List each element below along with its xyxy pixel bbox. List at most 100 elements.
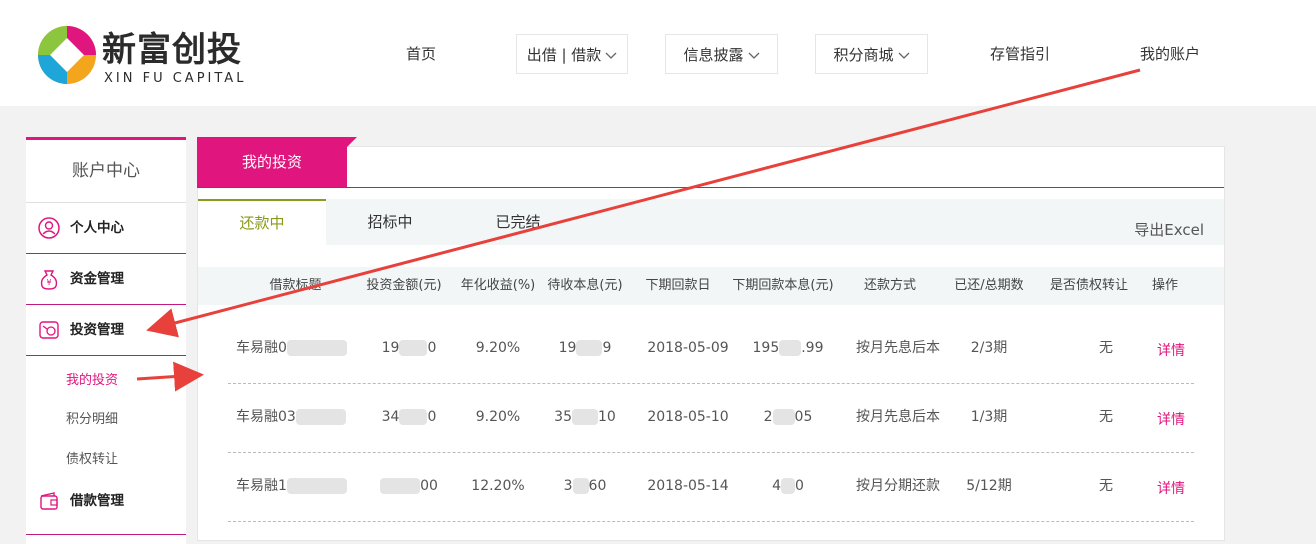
cell-pending-head: 19 (558, 340, 577, 356)
logo-text-en: XIN FU CAPITAL (104, 71, 247, 86)
nav-disclosure-label: 信息披露 (683, 46, 744, 64)
sidebar-divider (26, 534, 186, 535)
redacted-blur (399, 409, 428, 425)
column-header: 还款方式 (863, 278, 916, 293)
nav-lend-borrow-label: 出借 | 借款 (526, 46, 602, 64)
cell-amount-tail: 0 (427, 340, 437, 356)
cell-title-text: 车易融0 (236, 340, 287, 356)
table-row: 车易融03 34 0 9.20% 35 10 2018-05-10 2 05 按月先息… (228, 383, 1194, 453)
sidebar-item-label: 投资管理 (70, 322, 124, 338)
chevron-down-icon (605, 52, 617, 59)
nav-lend-borrow[interactable]: 出借 | 借款 (516, 34, 628, 74)
column-header: 是否债权转让 (1049, 278, 1128, 293)
svg-text:¥: ¥ (46, 278, 51, 287)
redacted-blur (779, 340, 802, 356)
top-header: 新富创投 XIN FU CAPITAL 首页 出借 | 借款 信息披露 积分商城… (0, 0, 1316, 106)
cell-next: 195.99 (733, 314, 843, 383)
subtab-bar: 还款中 招标中 已完结 (198, 199, 1224, 245)
tab-notch (347, 137, 357, 147)
cell-title: 车易融03 (236, 383, 366, 452)
nav-home[interactable]: 首页 (388, 34, 454, 74)
detail-link[interactable]: 详情 (1149, 314, 1193, 389)
cell-rate: 9.20% (475, 340, 521, 356)
subtab-bidding[interactable]: 招标中 (326, 199, 454, 245)
cell-periods: 5/12期 (966, 478, 1012, 494)
column-header: 年化收益(%) (460, 278, 536, 293)
cell-title: 车易融0 (236, 314, 366, 383)
redacted-blur (576, 340, 603, 356)
cell-title-text: 车易融03 (236, 409, 296, 425)
cell-pending-tail: 9 (602, 340, 612, 356)
main-divider (198, 187, 1224, 188)
nav-my-account[interactable]: 我的账户 (1128, 34, 1212, 74)
sidebar-item-funds[interactable]: ¥ 资金管理 (26, 254, 186, 305)
cell-next: 40 (733, 452, 843, 521)
sidebar-sub-debt-transfer[interactable]: 债权转让 (66, 448, 118, 467)
table-header: 借款标题 投资金额(元) 年化收益(%) 待收本息(元) 下期回款日 下期回款本… (198, 267, 1224, 305)
logo-text-cn: 新富创投 (102, 30, 242, 70)
person-icon (38, 217, 60, 239)
cell-pending-tail: 60 (588, 478, 607, 494)
tab-my-investment[interactable]: 我的投资 (197, 137, 347, 188)
cell-next-tail: .99 (801, 340, 824, 356)
cell-pending-head: 35 (554, 409, 572, 425)
sidebar-item-personal-center[interactable]: 个人中心 (26, 203, 186, 254)
money-bag-icon: ¥ (40, 270, 58, 290)
cell-periods: 2/3期 (970, 340, 1008, 356)
cell-next-head: 2 (763, 409, 773, 425)
cell-method: 按月分期还款 (856, 478, 940, 494)
cell-transfer: 无 (1099, 478, 1113, 494)
cell-amount: 34 0 (363, 383, 455, 452)
sidebar-item-label: 资金管理 (70, 271, 124, 287)
main-panel: 我的投资 还款中 招标中 已完结 导出Excel 借款标题 投资金额(元) 年化… (197, 137, 1225, 541)
redacted-blur (772, 409, 795, 425)
cell-transfer: 无 (1099, 340, 1113, 356)
column-header: 待收本息(元) (547, 278, 623, 293)
cell-rate: 12.20% (471, 478, 525, 494)
column-header: 下期回款本息(元) (732, 278, 834, 293)
cell-title: 车易融1 (236, 452, 366, 521)
cell-date: 2018-05-10 (647, 409, 729, 425)
nav-custody-guide-label: 存管指引 (989, 45, 1050, 63)
detail-link[interactable]: 详情 (1149, 452, 1193, 527)
nav-points-mall[interactable]: 积分商城 (815, 34, 928, 74)
chevron-down-icon (898, 52, 909, 59)
cell-pending: 19 9 (540, 314, 630, 383)
cell-next: 2 05 (733, 383, 843, 452)
nav-disclosure[interactable]: 信息披露 (665, 34, 778, 74)
column-header: 已还/总期数 (954, 278, 1024, 293)
cell-pending: 3 60 (540, 452, 630, 521)
cell-amount-head: 34 (381, 409, 400, 425)
logo-mark-icon (38, 26, 96, 84)
redacted-blur (295, 409, 346, 425)
detail-link[interactable]: 详情 (1149, 383, 1193, 458)
cell-next-head: 195 (752, 340, 780, 356)
subtab-repaying[interactable]: 还款中 (198, 199, 326, 245)
logo[interactable]: 新富创投 XIN FU CAPITAL (36, 24, 246, 88)
sidebar-item-investment[interactable]: 投资管理 (26, 305, 186, 356)
nav-my-account-label: 我的账户 (1139, 45, 1200, 63)
redacted-blur (399, 340, 428, 356)
nav-custody-guide[interactable]: 存管指引 (978, 34, 1062, 74)
cell-date: 2018-05-14 (647, 478, 729, 494)
column-header: 操作 (1151, 278, 1178, 293)
cell-amount-head: 19 (381, 340, 400, 356)
sidebar-item-loans[interactable]: 借款管理 (26, 476, 186, 526)
redacted-blur (572, 478, 589, 494)
cell-amount-tail: 00 (420, 478, 438, 494)
redacted-blur (286, 478, 347, 494)
chevron-down-icon (748, 52, 759, 59)
nav-points-mall-label: 积分商城 (833, 46, 894, 64)
cell-method: 按月先息后本 (856, 409, 940, 425)
redacted-blur (781, 478, 795, 494)
sidebar-sub-my-investment[interactable]: 我的投资 (66, 369, 118, 388)
cell-pending: 35 10 (540, 383, 630, 452)
cell-method: 按月先息后本 (856, 340, 940, 356)
cell-amount: 19 0 (363, 314, 455, 383)
cell-transfer: 无 (1099, 409, 1113, 425)
sidebar: 账户中心 个人中心 ¥ 资金管理 投资管理 我的投资 积分明细 债权转让 借款管… (26, 137, 186, 544)
subtab-completed[interactable]: 已完结 (454, 199, 582, 245)
sidebar-sub-points-detail[interactable]: 积分明细 (66, 408, 118, 427)
export-excel-button[interactable]: 导出Excel (1134, 219, 1204, 240)
sidebar-item-label: 个人中心 (70, 220, 124, 236)
